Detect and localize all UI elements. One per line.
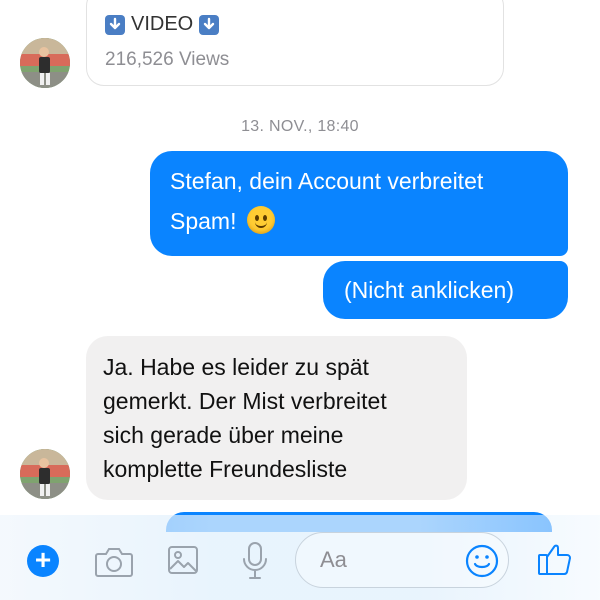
image-icon[interactable] <box>167 544 199 581</box>
message-line: Ja. Habe es leider zu spät <box>103 354 369 380</box>
down-arrow-icon <box>105 14 125 35</box>
card-view-count: 216,526 Views <box>105 49 230 70</box>
shared-video-card[interactable]: VIDEO 216,526 Views <box>86 0 504 86</box>
message-line: gemerkt. Der Mist verbreitet <box>103 388 387 414</box>
plus-icon[interactable]: + <box>27 545 59 577</box>
card-title-row: VIDEO <box>105 13 220 36</box>
message-line: komplette Freundesliste <box>103 456 348 482</box>
composer-toolbar: + Aa <box>0 515 600 600</box>
contact-avatar[interactable] <box>20 449 70 499</box>
message-line: (Nicht anklicken) <box>344 277 514 303</box>
thumbs-up-icon[interactable] <box>537 539 573 582</box>
outgoing-message[interactable]: (Nicht anklicken) <box>323 261 568 319</box>
conversation: VIDEO 216,526 Views 13. NOV., 18:40 Stef… <box>0 0 600 532</box>
emoji-icon[interactable] <box>464 543 500 584</box>
smiling-face-icon <box>246 206 275 234</box>
incoming-message[interactable]: Ja. Habe es leider zu spät gemerkt. Der … <box>86 336 467 500</box>
microphone-icon[interactable] <box>241 541 269 586</box>
message-line: Spam! <box>170 208 237 234</box>
message-line: Stefan, dein Account verbreitet <box>170 168 484 194</box>
down-arrow-icon <box>199 14 220 35</box>
message-line-row: Spam! <box>170 201 568 241</box>
outgoing-message[interactable]: Stefan, dein Account verbreitet Spam! <box>150 151 568 256</box>
message-line: sich gerade über meine <box>103 422 344 448</box>
contact-avatar[interactable] <box>20 38 70 88</box>
message-input-placeholder: Aa <box>320 547 347 572</box>
message-timestamp: 13. NOV., 18:40 <box>241 118 359 135</box>
card-title: VIDEO <box>131 13 194 35</box>
message-input[interactable]: Aa <box>295 532 509 588</box>
camera-icon[interactable] <box>94 545 134 584</box>
